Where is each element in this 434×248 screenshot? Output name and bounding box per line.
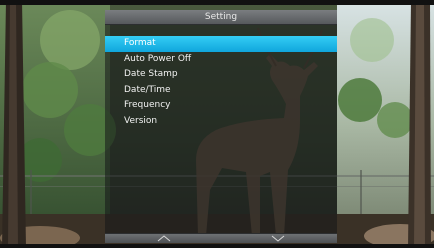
chevron-down-icon[interactable] (271, 235, 285, 242)
menu-item-label: Date Stamp (124, 69, 178, 80)
menu-item-label: Date/Time (124, 84, 171, 95)
menu-item-date-time[interactable]: Date/Time (105, 83, 337, 99)
settings-menu: Setting Format Auto Power Off Date Stamp… (105, 10, 337, 243)
menu-header: Setting (105, 10, 337, 25)
menu-title: Setting (204, 12, 238, 22)
menu-item-auto-power-off[interactable]: Auto Power Off (105, 52, 337, 68)
menu-footer (105, 233, 337, 243)
menu-item-format[interactable]: Format (105, 36, 337, 52)
menu-item-label: Auto Power Off (124, 53, 192, 64)
menu-item-label: Frequency (124, 100, 171, 111)
menu-item-date-stamp[interactable]: Date Stamp (105, 67, 337, 83)
menu-item-label: Version (124, 115, 158, 126)
menu-item-version[interactable]: Version (105, 114, 337, 130)
menu-list: Format Auto Power Off Date Stamp Date/Ti… (105, 36, 337, 130)
menu-item-label: Format (124, 38, 156, 48)
menu-item-frequency[interactable]: Frequency (105, 98, 337, 114)
chevron-up-icon[interactable] (157, 235, 171, 242)
